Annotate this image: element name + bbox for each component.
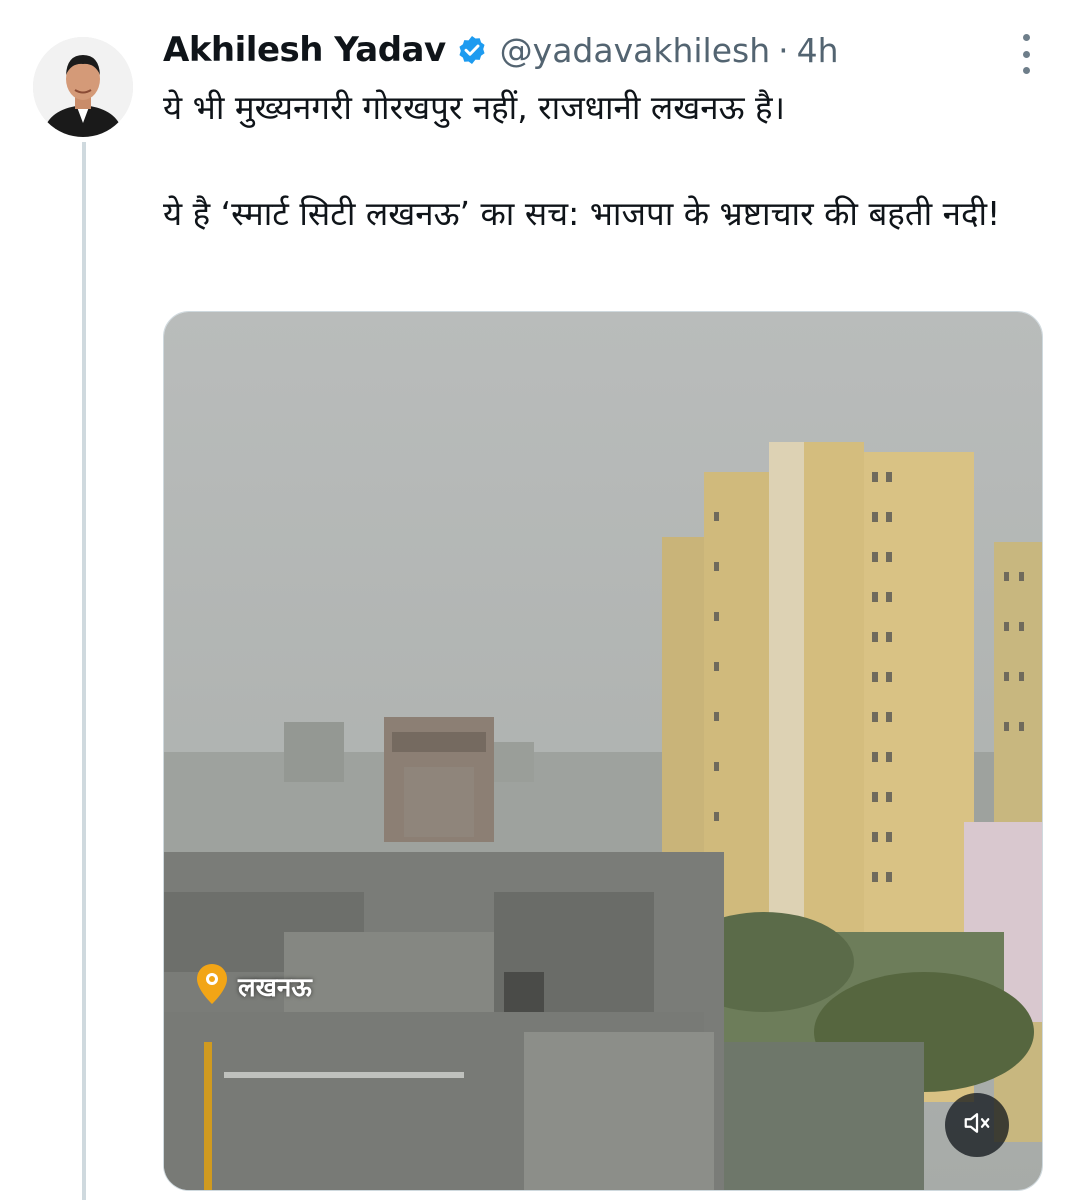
tweet-text-line-1: ये भी मुख्यनगरी गोरखपुर नहीं, राजधानी लख… [163, 88, 786, 127]
mute-button[interactable] [945, 1093, 1009, 1157]
location-label: लखनऊ [238, 973, 312, 1003]
tweet-text: ये भी मुख्यनगरी गोरखपुर नहीं, राजधानी लख… [163, 80, 1023, 242]
author-name[interactable]: Akhilesh Yadav [163, 30, 446, 70]
timestamp[interactable]: 4h [797, 31, 839, 70]
location-pin-icon [194, 962, 230, 1010]
speaker-muted-icon [962, 1108, 992, 1142]
location-tag: लखनऊ [194, 962, 312, 1010]
separator-dot: · [778, 30, 789, 70]
video-frame [164, 312, 1042, 1190]
tweet-header: Akhilesh Yadav @yadavakhilesh · 4h [163, 26, 1015, 74]
tweet-text-line-2: ये है ‘स्मार्ट सिटी लखनऊ’ का सच: भाजपा क… [163, 194, 1001, 233]
video-player[interactable]: लखनऊ [163, 311, 1043, 1191]
avatar[interactable] [33, 37, 133, 137]
verified-badge-icon [456, 34, 488, 66]
more-options-icon[interactable] [1015, 34, 1037, 74]
thread-line [82, 142, 86, 1200]
author-handle[interactable]: @yadavakhilesh [500, 31, 770, 70]
